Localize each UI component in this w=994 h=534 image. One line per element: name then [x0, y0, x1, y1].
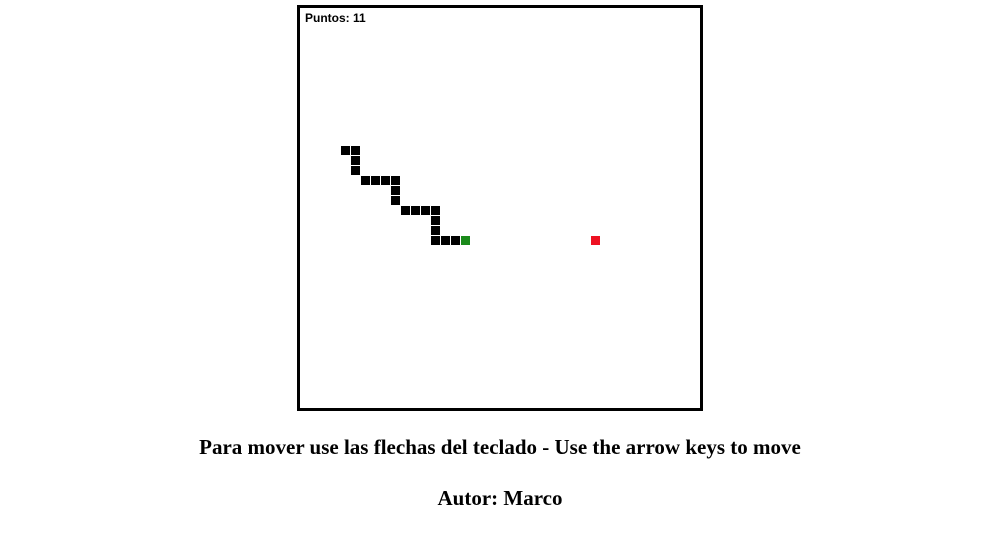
snake-segment [441, 236, 450, 245]
score-label: Puntos: 11 [305, 11, 366, 25]
snake-segment [381, 176, 390, 185]
snake-segment [391, 196, 400, 205]
game-board[interactable]: Puntos: 11 [297, 5, 703, 411]
snake-segment [431, 226, 440, 235]
snake-head [461, 236, 470, 245]
snake-segment [431, 236, 440, 245]
snake-segment [391, 176, 400, 185]
snake-segment [431, 206, 440, 215]
snake-segment [421, 206, 430, 215]
snake-segment [371, 176, 380, 185]
snake-segment [411, 206, 420, 215]
snake-segment [361, 176, 370, 185]
instructions-text: Para mover use las flechas del teclado -… [199, 435, 801, 459]
snake-segment [341, 146, 350, 155]
snake-segment [451, 236, 460, 245]
snake-segment [401, 206, 410, 215]
snake-segment [351, 156, 360, 165]
snake-segment [351, 166, 360, 175]
snake-segment [431, 216, 440, 225]
snake-segment [351, 146, 360, 155]
food-item [591, 236, 600, 245]
author-text: Autor: Marco [437, 486, 563, 510]
snake-segment [391, 186, 400, 195]
